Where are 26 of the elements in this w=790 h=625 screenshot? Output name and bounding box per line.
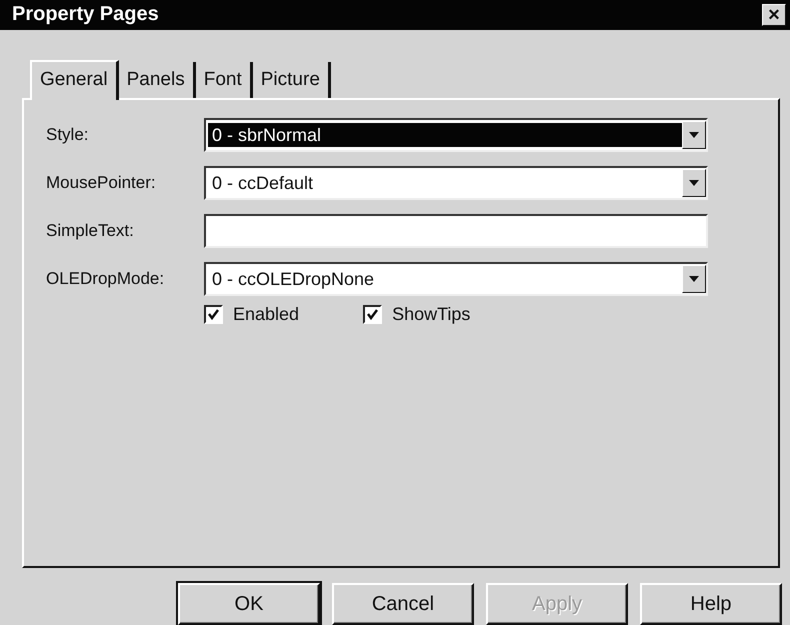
checkbox-label: Enabled — [233, 304, 300, 325]
field-label: Style: — [46, 124, 90, 145]
dropdown-field[interactable]: 0 - ccDefault — [204, 166, 708, 200]
dropdown-field[interactable]: 0 - ccOLEDropNone — [204, 262, 708, 296]
tab[interactable]: Panels — [118, 62, 196, 98]
field-label: MousePointer: — [46, 172, 157, 193]
field-label: OLEDropMode: — [46, 268, 166, 289]
close-button[interactable]: × — [762, 4, 786, 26]
dialog-button[interactable]: Cancel — [332, 583, 474, 625]
checkbox[interactable] — [204, 304, 223, 324]
checkbox-label: ShowTips — [392, 304, 470, 325]
checkbox[interactable] — [363, 304, 382, 324]
dropdown-value: 0 - ccDefault — [211, 172, 314, 195]
check-icon — [366, 308, 380, 321]
dialog-button[interactable]: Help — [640, 583, 782, 625]
dropdown-value: 0 - ccOLEDropNone — [211, 268, 376, 291]
input-field[interactable] — [204, 214, 708, 248]
check-icon — [207, 308, 220, 321]
tab[interactable]: Picture — [252, 62, 331, 98]
dropdown-value: 0 - sbrNormal — [208, 122, 682, 147]
dialog-button[interactable]: OK — [178, 583, 320, 625]
window-title: Property Pages — [12, 3, 159, 26]
field-label: SimpleText: — [46, 220, 135, 241]
dropdown-field[interactable]: 0 - sbrNormal — [204, 118, 708, 152]
tab[interactable]: Font — [196, 62, 253, 98]
tab[interactable]: General — [30, 60, 119, 100]
